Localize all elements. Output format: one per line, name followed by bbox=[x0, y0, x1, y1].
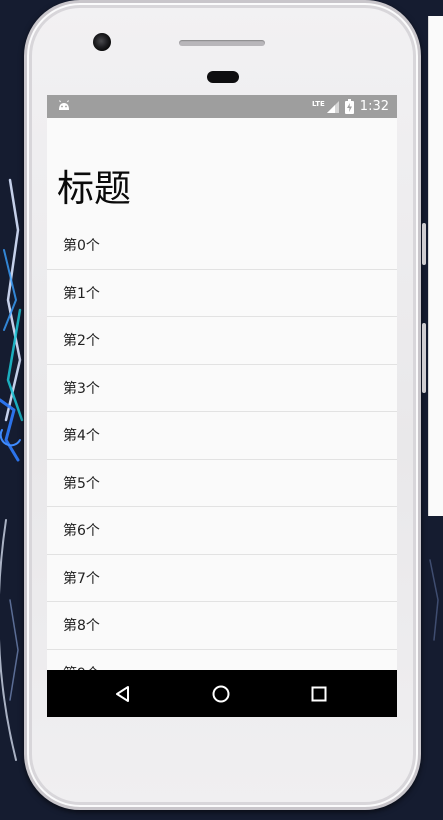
battery-charging-icon bbox=[344, 99, 354, 114]
list-item[interactable]: 第3个 bbox=[47, 365, 397, 412]
navigation-bar bbox=[47, 670, 397, 717]
speaker-grille bbox=[179, 40, 265, 46]
list-item[interactable]: 第8个 bbox=[47, 602, 397, 650]
network-type-label: LTE bbox=[311, 99, 325, 108]
page-title: 标题 bbox=[57, 167, 131, 210]
earpiece-sensor bbox=[207, 71, 239, 83]
list-item[interactable]: 第7个 bbox=[47, 555, 397, 602]
list-item[interactable]: 第0个 bbox=[47, 222, 397, 270]
back-triangle-icon[interactable] bbox=[113, 684, 133, 704]
android-icon bbox=[59, 100, 69, 110]
home-circle-icon[interactable] bbox=[211, 684, 231, 704]
cell-signal-icon bbox=[326, 100, 339, 113]
power-button bbox=[422, 223, 426, 265]
volume-button bbox=[422, 323, 426, 393]
phone-screen: LTE 1:32 标题 第0个 第1个 第2个 第3个 第4个 第5个 第6个 … bbox=[47, 95, 397, 717]
status-bar: LTE 1:32 bbox=[47, 95, 397, 118]
list-item[interactable]: 第1个 bbox=[47, 270, 397, 317]
item-list: 第0个 第1个 第2个 第3个 第4个 第5个 第6个 第7个 第8个 第9个 bbox=[47, 222, 397, 697]
list-item[interactable]: 第6个 bbox=[47, 507, 397, 555]
list-item[interactable]: 第4个 bbox=[47, 412, 397, 460]
status-time: 1:32 bbox=[359, 99, 389, 114]
front-camera bbox=[93, 33, 111, 51]
list-item[interactable]: 第2个 bbox=[47, 317, 397, 365]
background-window-edge bbox=[428, 16, 443, 516]
phone-frame: LTE 1:32 标题 第0个 第1个 第2个 第3个 第4个 第5个 第6个 … bbox=[24, 0, 426, 810]
recents-square-icon[interactable] bbox=[309, 684, 329, 704]
list-item[interactable]: 第5个 bbox=[47, 460, 397, 507]
